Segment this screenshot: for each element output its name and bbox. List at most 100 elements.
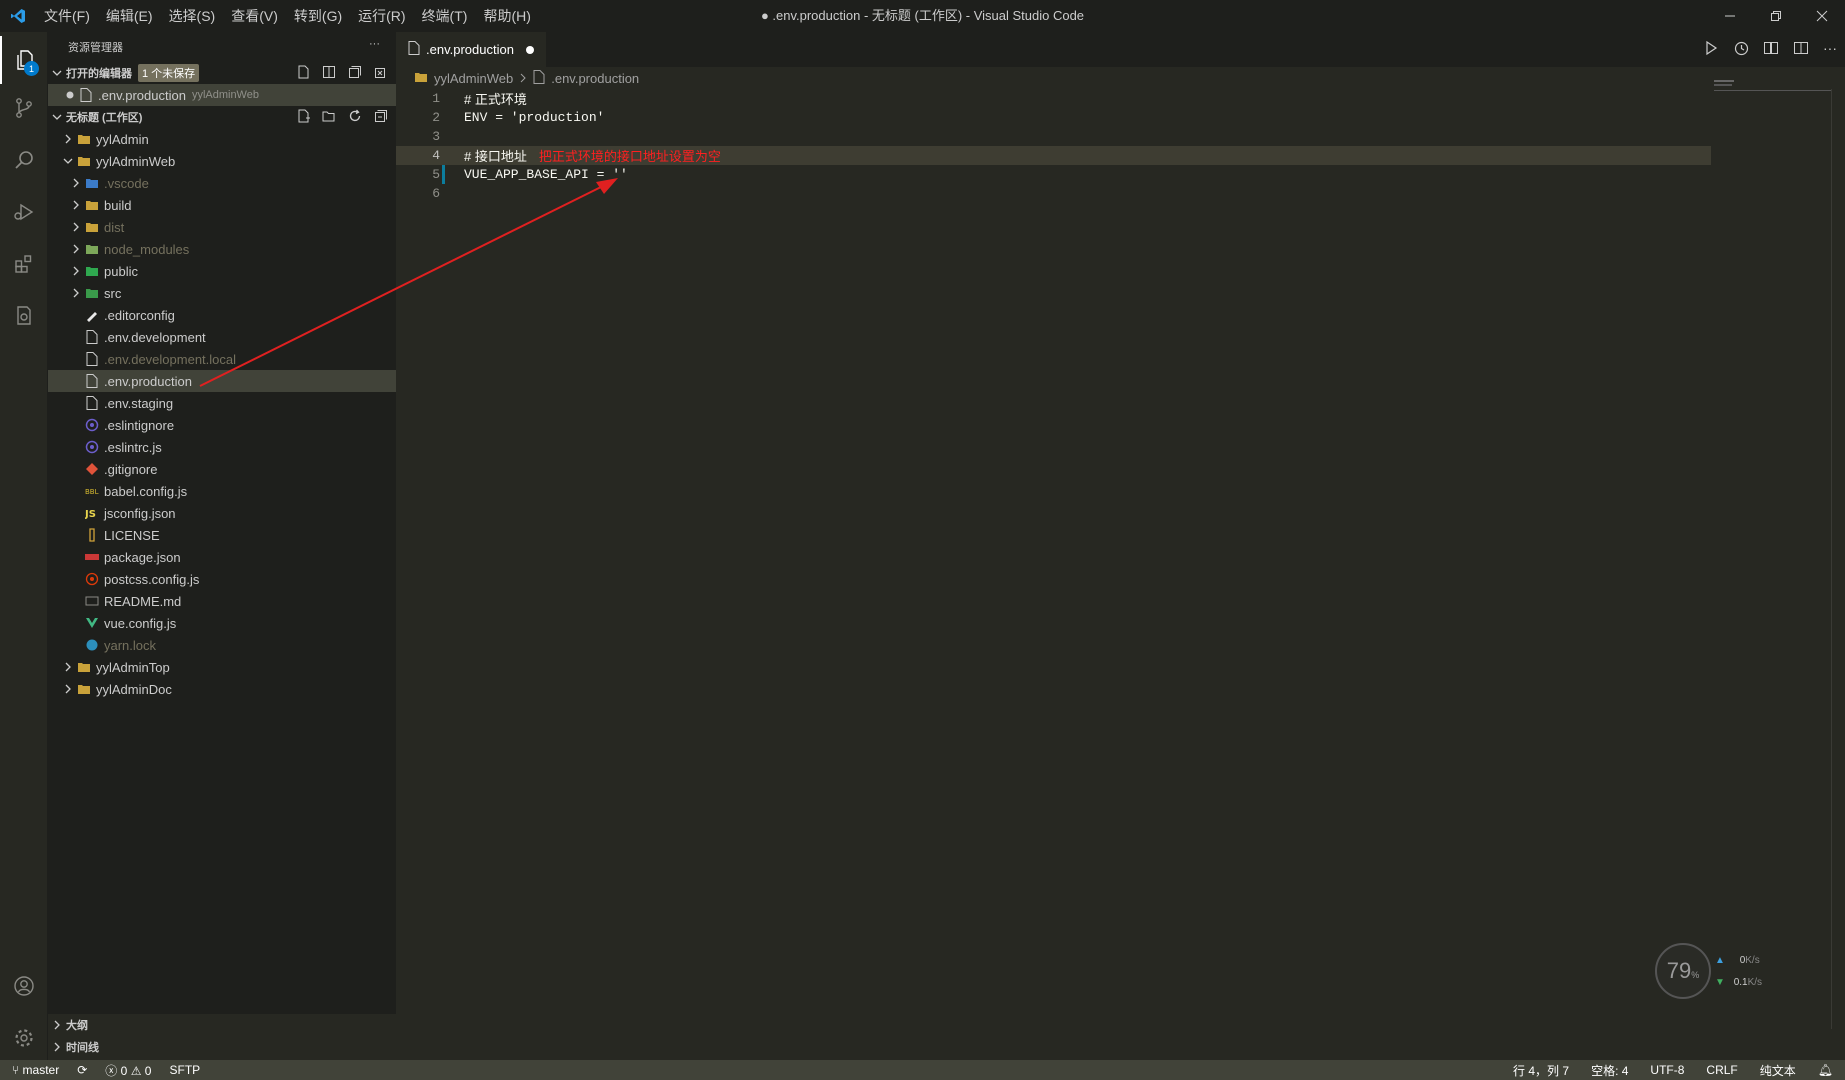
- tree-item[interactable]: .eslintignore: [48, 414, 396, 436]
- tree-item[interactable]: public: [48, 260, 396, 282]
- new-folder-icon[interactable]: [322, 109, 336, 126]
- run-icon[interactable]: [1703, 40, 1719, 61]
- extensions-icon[interactable]: [0, 240, 48, 288]
- accounts-icon[interactable]: [0, 962, 48, 1010]
- problems-indicator[interactable]: ⓧ 0 ⚠ 0: [105, 1062, 151, 1079]
- tree-item[interactable]: src: [48, 282, 396, 304]
- tree-item-label: LICENSE: [104, 527, 160, 543]
- tree-item[interactable]: LICENSE: [48, 524, 396, 546]
- line-content: # 接口地址 把正式环境的接口地址设置为空: [464, 146, 721, 165]
- code-line[interactable]: 1 # 正式环境: [396, 89, 1845, 108]
- menu-edit[interactable]: 编辑(E): [98, 0, 161, 32]
- sftp-status[interactable]: SFTP: [169, 1063, 200, 1077]
- modified-gutter-marker: [442, 165, 445, 184]
- code-line-current[interactable]: 4 # 接口地址 把正式环境的接口地址设置为空: [396, 146, 1711, 165]
- breadcrumb-file[interactable]: .env.production: [551, 71, 639, 86]
- line-number: 6: [432, 186, 440, 201]
- refresh-icon[interactable]: [348, 109, 362, 126]
- tree-item[interactable]: JS jsconfig.json: [48, 502, 396, 524]
- remote-explorer-icon[interactable]: [0, 292, 48, 340]
- unsaved-dot-icon[interactable]: [62, 91, 78, 99]
- tree-item[interactable]: build: [48, 194, 396, 216]
- search-icon[interactable]: [0, 136, 48, 184]
- minimize-button[interactable]: [1707, 0, 1753, 32]
- tree-item-label: yylAdmin: [96, 131, 149, 147]
- close-all-icon[interactable]: [374, 65, 388, 82]
- history-icon[interactable]: [1733, 40, 1749, 61]
- more-actions-icon[interactable]: ···: [1823, 40, 1837, 61]
- tree-item[interactable]: yylAdmin: [48, 128, 396, 150]
- tree-item[interactable]: .env.development.local: [48, 348, 396, 370]
- tree-item-label: postcss.config.js: [104, 571, 200, 587]
- tree-item[interactable]: .env.staging: [48, 392, 396, 414]
- tree-item[interactable]: .gitignore: [48, 458, 396, 480]
- tree-item[interactable]: package.json: [48, 546, 396, 568]
- unsaved-dot-icon[interactable]: [525, 45, 534, 54]
- breadcrumb-folder[interactable]: yylAdminWeb: [434, 71, 513, 86]
- encoding[interactable]: UTF-8: [1650, 1063, 1684, 1077]
- code-editor[interactable]: 1 # 正式环境 2 ENV = 'production' 3 4 # 接口地址…: [396, 89, 1845, 203]
- cursor-position[interactable]: 行 4，列 7: [1513, 1062, 1569, 1079]
- tree-item[interactable]: .editorconfig: [48, 304, 396, 326]
- settings-gear-icon[interactable]: [0, 1014, 48, 1062]
- line-content: # 正式环境: [464, 92, 527, 107]
- collapse-all-icon[interactable]: [374, 109, 388, 126]
- file-icon: [84, 351, 100, 367]
- workspace-header[interactable]: 无标题 (工作区): [48, 106, 396, 128]
- tree-item[interactable]: .eslintrc.js: [48, 436, 396, 458]
- tree-item[interactable]: vue.config.js: [48, 612, 396, 634]
- folder-icon: [76, 681, 92, 697]
- toggle-vertical-layout-icon[interactable]: [322, 65, 336, 82]
- line-ending[interactable]: CRLF: [1706, 1063, 1737, 1077]
- menu-file[interactable]: 文件(F): [36, 0, 98, 32]
- unsaved-badge: 1 个未保存: [138, 64, 200, 82]
- split-editor-icon[interactable]: [1793, 40, 1809, 61]
- tab-env-production[interactable]: .env.production: [396, 32, 546, 67]
- explorer-icon[interactable]: 1: [0, 36, 48, 84]
- code-line[interactable]: 6: [396, 184, 1845, 203]
- notifications-bell-icon[interactable]: 🔔︎: [1818, 1063, 1833, 1077]
- close-button[interactable]: [1799, 0, 1845, 32]
- language-mode[interactable]: 纯文本: [1760, 1062, 1796, 1079]
- timeline-section-header[interactable]: 时间线: [48, 1036, 396, 1058]
- tree-item[interactable]: BBL babel.config.js: [48, 480, 396, 502]
- tree-item[interactable]: .vscode: [48, 172, 396, 194]
- sync-icon[interactable]: ⟳: [77, 1063, 87, 1077]
- save-all-icon[interactable]: [348, 65, 362, 82]
- tree-item[interactable]: postcss.config.js: [48, 568, 396, 590]
- indentation[interactable]: 空格: 4: [1591, 1062, 1628, 1079]
- menu-terminal[interactable]: 终端(T): [414, 0, 476, 32]
- open-editors-header[interactable]: 打开的编辑器 1 个未保存: [48, 62, 396, 84]
- source-control-icon[interactable]: [0, 84, 48, 132]
- tree-item[interactable]: yylAdminTop: [48, 656, 396, 678]
- menu-go[interactable]: 转到(G): [286, 0, 350, 32]
- code-line[interactable]: 3: [396, 127, 1845, 146]
- minimap[interactable]: [1714, 78, 1832, 138]
- restore-button[interactable]: [1753, 0, 1799, 32]
- chevron-down-icon: [60, 156, 76, 166]
- compare-changes-icon[interactable]: [1763, 40, 1779, 61]
- branch-indicator[interactable]: ⑂ master: [12, 1063, 59, 1077]
- menu-run[interactable]: 运行(R): [350, 0, 413, 32]
- tree-item[interactable]: node_modules: [48, 238, 396, 260]
- menu-selection[interactable]: 选择(S): [161, 0, 224, 32]
- outline-section-header[interactable]: 大纲: [48, 1014, 396, 1036]
- vertical-scrollbar[interactable]: [1831, 89, 1845, 1029]
- run-debug-icon[interactable]: [0, 188, 48, 236]
- line-content: VUE_APP_BASE_API = '': [464, 167, 628, 182]
- code-line[interactable]: 2 ENV = 'production': [396, 108, 1845, 127]
- open-editor-item[interactable]: .env.production yylAdminWeb: [48, 84, 396, 106]
- tree-item[interactable]: dist: [48, 216, 396, 238]
- tree-item[interactable]: .env.production: [48, 370, 396, 392]
- menu-help[interactable]: 帮助(H): [475, 0, 538, 32]
- new-untitled-file-icon[interactable]: [296, 65, 310, 82]
- tree-item[interactable]: yarn.lock: [48, 634, 396, 656]
- tree-item[interactable]: yylAdminWeb: [48, 150, 396, 172]
- more-actions-icon[interactable]: ···: [369, 38, 380, 50]
- menu-view[interactable]: 查看(V): [223, 0, 286, 32]
- new-file-icon[interactable]: [296, 109, 310, 126]
- code-line[interactable]: 5 VUE_APP_BASE_API = '': [396, 165, 1845, 184]
- tree-item[interactable]: README.md: [48, 590, 396, 612]
- tree-item[interactable]: .env.development: [48, 326, 396, 348]
- tree-item[interactable]: yylAdminDoc: [48, 678, 396, 700]
